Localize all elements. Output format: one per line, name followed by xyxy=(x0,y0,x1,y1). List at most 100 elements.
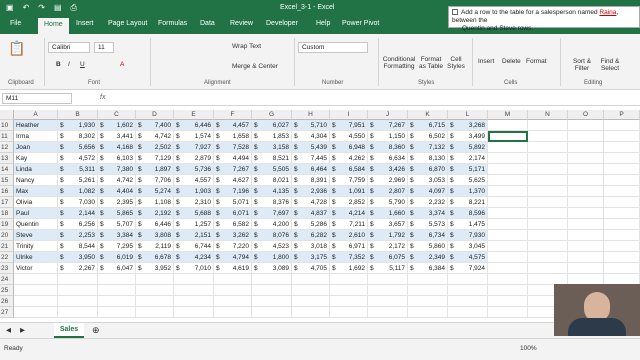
cell-value[interactable]: $2,232 xyxy=(408,197,448,208)
cell-empty[interactable] xyxy=(568,219,604,230)
cell-value[interactable]: $2,151 xyxy=(174,230,214,241)
cell-value[interactable]: $7,930 xyxy=(448,230,488,241)
cell-empty[interactable] xyxy=(292,296,330,307)
cell-value[interactable]: $4,619 xyxy=(214,263,252,274)
column-header[interactable]: H xyxy=(292,110,330,120)
cell-empty[interactable] xyxy=(136,285,174,296)
cell-value[interactable]: $5,311 xyxy=(58,164,98,175)
cell-name[interactable]: Kay xyxy=(14,153,58,164)
name-box[interactable]: M11 xyxy=(2,93,72,104)
row-header[interactable]: 14 xyxy=(0,164,14,175)
cell-value[interactable]: $3,158 xyxy=(252,142,292,153)
cell-empty[interactable] xyxy=(488,296,528,307)
tab-help[interactable]: Help xyxy=(316,20,330,27)
cell-value[interactable]: $5,860 xyxy=(408,241,448,252)
cell-value[interactable]: $3,374 xyxy=(408,208,448,219)
cell-empty[interactable] xyxy=(58,285,98,296)
open-icon[interactable]: ▤ xyxy=(54,3,62,13)
cell-value[interactable]: $4,494 xyxy=(214,153,252,164)
cell-value[interactable]: $2,119 xyxy=(136,241,174,252)
column-header[interactable]: C xyxy=(98,110,136,120)
row-header[interactable]: 17 xyxy=(0,197,14,208)
tab-developer[interactable]: Developer xyxy=(266,20,298,27)
column-header[interactable]: E xyxy=(174,110,214,120)
row-header[interactable]: 16 xyxy=(0,186,14,197)
cell-value[interactable]: $4,097 xyxy=(408,186,448,197)
cell-value[interactable]: $2,267 xyxy=(58,263,98,274)
cell-value[interactable]: $1,370 xyxy=(448,186,488,197)
cell-value[interactable]: $4,214 xyxy=(330,208,368,219)
cell-empty[interactable] xyxy=(408,307,448,318)
cell-empty[interactable] xyxy=(604,120,640,131)
cell-value[interactable]: $2,349 xyxy=(408,252,448,263)
tab-home[interactable]: Home xyxy=(38,18,69,34)
cell-value[interactable]: $6,971 xyxy=(330,241,368,252)
cell-empty[interactable] xyxy=(604,175,640,186)
cell-name[interactable]: Heather xyxy=(14,120,58,131)
cell-empty[interactable] xyxy=(408,274,448,285)
cell-value[interactable]: $6,075 xyxy=(368,252,408,263)
number-format-select[interactable]: Custom xyxy=(298,42,368,53)
cell-value[interactable]: $4,742 xyxy=(136,131,174,142)
cell-empty[interactable] xyxy=(98,274,136,285)
tab-file[interactable]: File xyxy=(10,20,21,27)
row-header[interactable]: 27 xyxy=(0,307,14,318)
cell-value[interactable]: $1,903 xyxy=(174,186,214,197)
cell-value[interactable]: $3,262 xyxy=(214,230,252,241)
cell-empty[interactable] xyxy=(488,219,528,230)
cell-value[interactable]: $4,404 xyxy=(98,186,136,197)
cell-empty[interactable] xyxy=(252,296,292,307)
cell-value[interactable]: $8,076 xyxy=(252,230,292,241)
cell-value[interactable]: $3,441 xyxy=(98,131,136,142)
cell-value[interactable]: $4,168 xyxy=(98,142,136,153)
cell-empty[interactable] xyxy=(292,307,330,318)
cell-value[interactable]: $8,302 xyxy=(58,131,98,142)
cell-value[interactable]: $8,521 xyxy=(252,153,292,164)
cell-value[interactable]: $5,688 xyxy=(174,208,214,219)
cell-empty[interactable] xyxy=(528,197,568,208)
conditional-formatting-button[interactable]: Conditional Formatting xyxy=(382,56,416,70)
cell-empty[interactable] xyxy=(528,208,568,219)
cell-value[interactable]: $3,384 xyxy=(98,230,136,241)
cell-empty[interactable] xyxy=(568,241,604,252)
cell-value[interactable]: $8,021 xyxy=(252,175,292,186)
cell-value[interactable]: $7,352 xyxy=(330,252,368,263)
cell-value[interactable]: $3,426 xyxy=(368,164,408,175)
cell-value[interactable]: $7,380 xyxy=(98,164,136,175)
cell-empty[interactable] xyxy=(604,208,640,219)
cell-empty[interactable] xyxy=(488,241,528,252)
cell-value[interactable]: $7,445 xyxy=(292,153,330,164)
cell-value[interactable]: $5,286 xyxy=(292,219,330,230)
cell-value[interactable]: $7,196 xyxy=(214,186,252,197)
cell-empty[interactable] xyxy=(448,285,488,296)
cell-value[interactable]: $6,047 xyxy=(98,263,136,274)
font-color-icon[interactable]: A xyxy=(120,61,124,68)
cell-empty[interactable] xyxy=(604,241,640,252)
cell-value[interactable]: $4,575 xyxy=(448,252,488,263)
cell-empty[interactable] xyxy=(58,296,98,307)
column-header[interactable]: P xyxy=(604,110,640,120)
fx-icon[interactable]: fx xyxy=(100,94,105,101)
cell-value[interactable]: $8,596 xyxy=(448,208,488,219)
cell-value[interactable]: $1,091 xyxy=(330,186,368,197)
cell-value[interactable]: $5,892 xyxy=(448,142,488,153)
cell-empty[interactable] xyxy=(330,307,368,318)
cell-empty[interactable] xyxy=(568,263,604,274)
cell-value[interactable]: $2,172 xyxy=(368,241,408,252)
cell-value[interactable]: $5,625 xyxy=(448,175,488,186)
cell-empty[interactable] xyxy=(528,131,568,142)
cell-value[interactable]: $2,807 xyxy=(368,186,408,197)
cell-empty[interactable] xyxy=(330,274,368,285)
cell-value[interactable]: $6,582 xyxy=(214,219,252,230)
cell-name[interactable]: Irma xyxy=(14,131,58,142)
column-header[interactable]: N xyxy=(528,110,568,120)
cell-value[interactable]: $1,108 xyxy=(136,197,174,208)
cell-value[interactable]: $3,053 xyxy=(408,175,448,186)
cell-value[interactable]: $7,267 xyxy=(368,120,408,131)
column-header[interactable]: K xyxy=(408,110,448,120)
cell-empty[interactable] xyxy=(568,252,604,263)
cell-empty[interactable] xyxy=(528,252,568,263)
cell-value[interactable]: $8,360 xyxy=(368,142,408,153)
cell-empty[interactable] xyxy=(448,296,488,307)
cell-value[interactable]: $6,502 xyxy=(408,131,448,142)
